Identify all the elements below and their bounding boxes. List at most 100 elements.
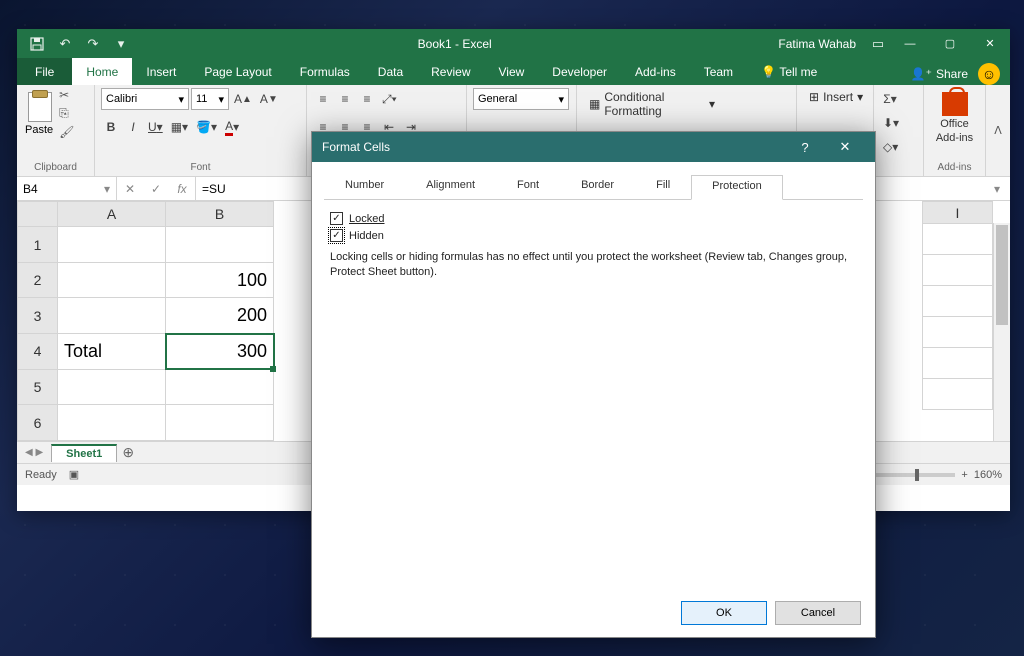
redo-button[interactable]: ↷ [81,32,105,56]
cell-b5[interactable] [166,369,274,405]
row-header-2[interactable]: 2 [18,262,58,298]
dlg-tab-alignment[interactable]: Alignment [405,174,496,199]
cell-i5[interactable] [923,348,993,379]
save-button[interactable] [25,32,49,56]
enter-formula-button[interactable]: ✓ [143,177,169,200]
format-painter-button[interactable]: 🖌 [59,125,74,139]
align-bottom-button[interactable]: ≡ [357,88,377,110]
number-format-combo[interactable]: General▾ [473,88,569,110]
autosum-button[interactable]: Σ▾ [880,88,900,110]
dialog-help-button[interactable]: ? [785,132,825,162]
maximize-button[interactable]: ▢ [930,29,970,58]
ok-button[interactable]: OK [681,601,767,625]
cell-a5[interactable] [58,369,166,405]
tab-view[interactable]: View [485,58,539,85]
row-header-6[interactable]: 6 [18,405,58,441]
row-header-5[interactable]: 5 [18,369,58,405]
cell-a6[interactable] [58,405,166,441]
undo-button[interactable]: ↶ [53,32,77,56]
name-box[interactable]: B4▾ [17,177,117,200]
cell-i2[interactable] [923,255,993,286]
cut-button[interactable]: ✂ [59,88,74,102]
align-middle-button[interactable]: ≡ [335,88,355,110]
hidden-checkbox[interactable]: ✓ [330,229,343,242]
dialog-close-button[interactable]: ✕ [825,132,865,162]
locked-checkbox-row[interactable]: ✓ Locked [330,212,857,225]
dialog-titlebar[interactable]: Format Cells ? ✕ [312,132,875,162]
conditional-formatting-button[interactable]: ▦Conditional Formatting▾ [583,88,721,120]
tell-me[interactable]: 💡 Tell me [747,58,831,85]
cell-a2[interactable] [58,262,166,298]
tab-team[interactable]: Team [690,58,747,85]
col-header-b[interactable]: B [166,202,274,227]
user-name[interactable]: Fatima Wahab [768,37,866,51]
cell-a4[interactable]: Total [58,334,166,370]
dlg-tab-fill[interactable]: Fill [635,174,691,199]
row-header-1[interactable]: 1 [18,227,58,263]
align-top-button[interactable]: ≡ [313,88,333,110]
cell-b3[interactable]: 200 [166,298,274,334]
cell-i3[interactable] [923,286,993,317]
cell-a3[interactable] [58,298,166,334]
tab-formulas[interactable]: Formulas [286,58,364,85]
dlg-tab-number[interactable]: Number [324,174,405,199]
sheet-tab-sheet1[interactable]: Sheet1 [51,444,117,462]
decrease-font-button[interactable]: A▼ [257,88,281,110]
cell-b6[interactable] [166,405,274,441]
cancel-formula-button[interactable]: ✕ [117,177,143,200]
font-color-button[interactable]: A▾ [222,116,242,138]
dlg-tab-font[interactable]: Font [496,174,560,199]
dlg-tab-protection[interactable]: Protection [691,175,783,200]
close-window-button[interactable]: ✕ [970,29,1010,58]
tab-page-layout[interactable]: Page Layout [190,58,285,85]
collapse-ribbon-button[interactable]: ᐱ [986,85,1010,176]
italic-button[interactable]: I [123,116,143,138]
clear-button[interactable]: ◇▾ [880,136,901,158]
select-all-button[interactable] [18,202,58,227]
dlg-tab-border[interactable]: Border [560,174,635,199]
office-addins-button[interactable]: Office Add-ins [930,88,979,148]
tab-data[interactable]: Data [364,58,417,85]
cell-a1[interactable] [58,227,166,263]
qat-customize[interactable]: ▾ [109,32,133,56]
increase-font-button[interactable]: A▲ [231,88,255,110]
tab-review[interactable]: Review [417,58,484,85]
borders-button[interactable]: ▦▾ [168,116,191,138]
zoom-slider[interactable] [875,473,955,477]
tab-home[interactable]: Home [72,58,132,85]
row-header-3[interactable]: 3 [18,298,58,334]
fill-color-button[interactable]: 🪣▾ [193,116,220,138]
underline-button[interactable]: U▾ [145,116,166,138]
bold-button[interactable]: B [101,116,121,138]
vertical-scrollbar[interactable] [993,223,1010,441]
macro-record-icon[interactable]: ▣ [69,468,79,481]
zoom-level[interactable]: 160% [974,469,1002,481]
tab-addins[interactable]: Add-ins [621,58,690,85]
ribbon-options-icon[interactable]: ▭ [866,32,890,56]
cancel-button[interactable]: Cancel [775,601,861,625]
orientation-button[interactable]: ⤢▾ [379,88,400,110]
minimize-button[interactable]: — [890,29,930,58]
row-header-4[interactable]: 4 [18,334,58,370]
tab-file[interactable]: File [17,58,72,85]
fill-button[interactable]: ⬇▾ [880,112,902,134]
cell-i4[interactable] [923,317,993,348]
font-size-combo[interactable]: 11▾ [191,88,229,110]
cell-b4[interactable]: 300 [166,334,274,370]
insert-cells-button[interactable]: ⊞Insert▾ [803,88,869,106]
cell-b1[interactable] [166,227,274,263]
tab-developer[interactable]: Developer [538,58,621,85]
zoom-in-button[interactable]: + [961,469,967,481]
paste-button[interactable]: Paste [23,88,55,138]
cell-i1[interactable] [923,224,993,255]
add-sheet-button[interactable]: ⊕ [117,444,139,461]
share-button[interactable]: 👤⁺Share [911,67,968,81]
cell-b2[interactable]: 100 [166,262,274,298]
font-name-combo[interactable]: Calibri▾ [101,88,189,110]
copy-button[interactable]: ⎘ [59,106,74,121]
cell-i6[interactable] [923,379,993,410]
col-header-a[interactable]: A [58,202,166,227]
insert-function-button[interactable]: fx [169,177,195,200]
hidden-checkbox-row[interactable]: ✓ Hidden [330,229,857,242]
expand-formula-bar[interactable]: ▾ [984,182,1010,196]
